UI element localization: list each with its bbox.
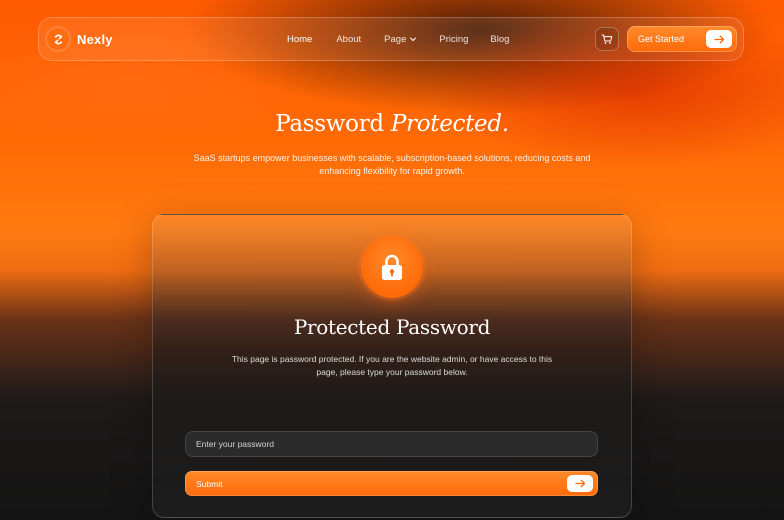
logo[interactable]: Nexly (47, 28, 113, 50)
nav-home[interactable]: Home (287, 34, 312, 45)
password-card: Protected Password This page is password… (152, 214, 632, 518)
arrow-right-icon (706, 30, 732, 48)
page-subtitle: SaaS startups empower businesses with sc… (193, 153, 591, 176)
get-started-label: Get Started (638, 34, 685, 44)
nav-page-label: Page (384, 33, 407, 45)
chevron-down-icon (410, 37, 417, 42)
page-title-plain: Password (275, 111, 384, 137)
submit-button[interactable]: Submit (185, 471, 598, 496)
logo-icon (47, 28, 69, 50)
brand-name: Nexly (77, 31, 113, 47)
nav-about[interactable]: About (336, 34, 361, 45)
arrow-right-icon (567, 475, 593, 492)
nav-blog[interactable]: Blog (490, 34, 509, 45)
lock-icon (382, 254, 402, 280)
submit-label: Submit (196, 478, 223, 489)
cart-button[interactable] (595, 27, 619, 51)
card-description: This page is password protected. If you … (231, 354, 553, 377)
get-started-button[interactable]: Get Started (627, 26, 737, 52)
main-menu: Home About Page Pricing Blog (287, 18, 509, 60)
cart-icon (601, 34, 613, 44)
page-title-italic: Protected. (390, 111, 509, 137)
nav-pricing[interactable]: Pricing (439, 34, 468, 45)
lock-badge (361, 236, 423, 298)
navbar: Nexly Home About Page Pricing Blog Get S… (38, 17, 744, 61)
page-title: Password Protected. (0, 111, 784, 137)
card-title: Protected Password (293, 315, 491, 339)
nav-page[interactable]: Page (384, 34, 417, 45)
password-input[interactable] (185, 431, 598, 457)
